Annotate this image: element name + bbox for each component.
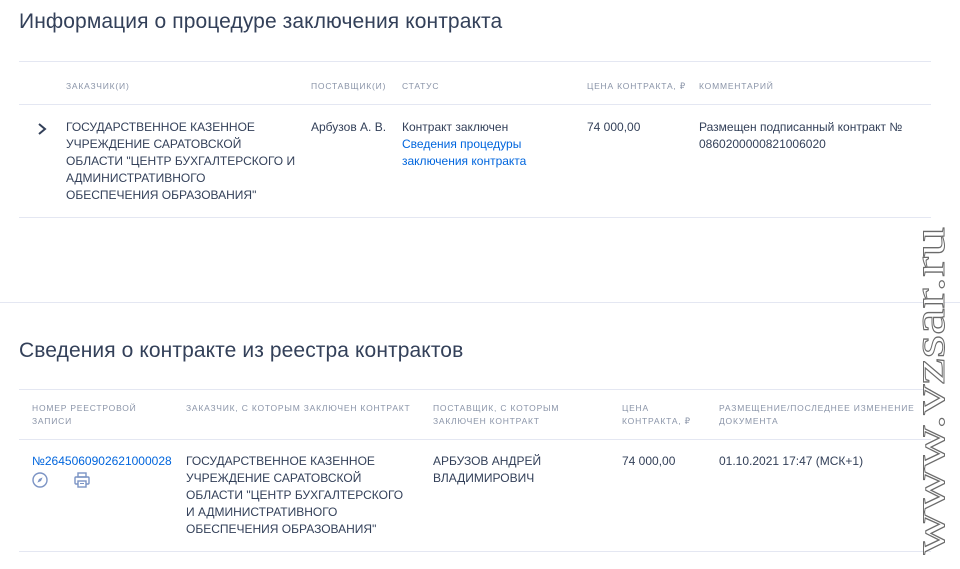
header-supplier: ПОСТАВЩИК(И) [311,81,387,91]
procedure-supplier: Арбузов А. В. [311,120,387,134]
watermark-text: www.vzsar.ru [906,227,954,555]
header-registry-number: НОМЕР РЕЕСТРОВОЙ ЗАПИСИ [32,403,137,426]
divider [19,551,931,552]
section-separator [0,302,960,303]
header-price: ЦЕНА КОНТРАКТА, ₽ [587,81,686,91]
header-status: СТАТУС [402,81,440,91]
header-registry-price: ЦЕНА КОНТРАКТА, ₽ [622,403,691,426]
divider [19,389,931,390]
header-customer: ЗАКАЗЧИК(И) [66,81,130,91]
header-registry-customer: ЗАКАЗЧИК, С КОТОРЫМ ЗАКЛЮЧЕН КОНТРАКТ [186,403,411,413]
header-comment: КОММЕНТАРИЙ [699,81,774,91]
watermark: www.vzsar.ru [906,227,955,556]
divider [19,217,931,218]
registry-customer: ГОСУДАРСТВЕННОЕ КАЗЕННОЕ УЧРЕЖДЕНИЕ САРА… [186,454,404,536]
status-text: Контракт заключен [402,120,509,134]
procedure-status: Контракт заключен Сведения процедуры зак… [402,119,572,170]
compass-icon[interactable] [31,471,49,489]
divider [19,104,931,105]
header-registry-placement: РАЗМЕЩЕНИЕ/ПОСЛЕДНЕЕ ИЗМЕНЕНИЕ ДОКУМЕНТА [719,403,915,426]
registry-price: 74 000,00 [622,454,676,468]
procedure-section-title: Информация о процедуре заключения контра… [19,10,503,33]
divider [19,61,931,62]
procedure-price: 74 000,00 [587,120,641,134]
procedure-details-link[interactable]: Сведения процедуры заключения контракта [402,136,572,170]
registry-supplier: АРБУЗОВ АНДРЕЙ ВЛАДИМИРОВИЧ [433,454,542,485]
registry-section-title: Сведения о контракте из реестра контракт… [19,339,464,362]
registry-number-link[interactable]: №2645060902621000028 [32,453,172,470]
registry-placement: 01.10.2021 17:47 (МСК+1) [719,454,864,468]
print-icon[interactable] [73,471,91,489]
divider [19,439,931,440]
procedure-customer: ГОСУДАРСТВЕННОЕ КАЗЕННОЕ УЧРЕЖДЕНИЕ САРА… [66,120,296,202]
procedure-comment: Размещен подписанный контракт № 08602000… [699,120,903,151]
chevron-right-icon[interactable] [36,122,48,136]
header-registry-supplier: ПОСТАВЩИК, С КОТОРЫМ ЗАКЛЮЧЕН КОНТРАКТ [433,403,560,426]
